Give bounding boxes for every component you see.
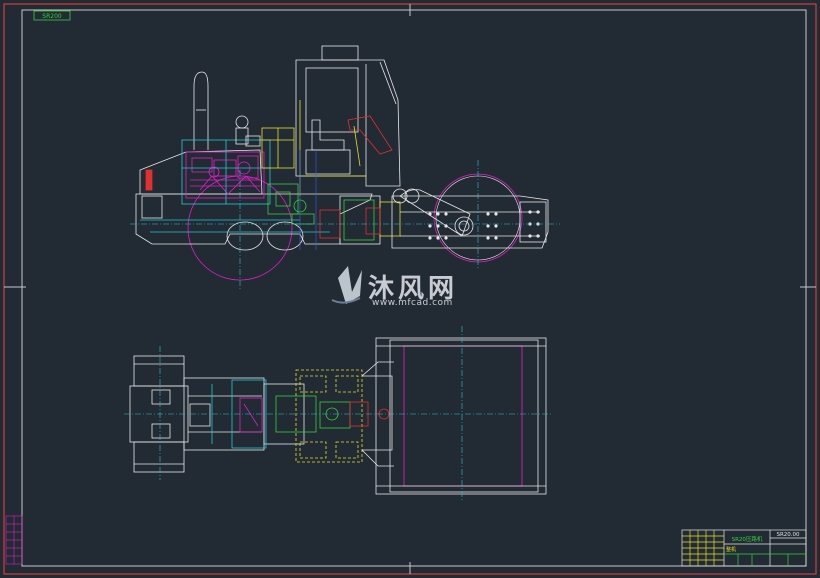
title-block-code: SR20.00	[776, 532, 800, 538]
revision-strip	[5, 515, 23, 565]
code-tag: SR200	[33, 10, 71, 21]
cab	[295, 45, 401, 187]
cad-drawing-canvas: SR200 沐风网 www.mfcad.com SR20压路机 SR20.00 …	[3, 3, 817, 575]
steering-column	[347, 115, 393, 155]
hydraulic-tank	[261, 127, 295, 169]
side-view	[130, 45, 560, 290]
rear-tyre-left	[226, 221, 264, 251]
front-drum-top	[375, 337, 547, 495]
watermark-url: www.mfcad.com	[372, 298, 453, 308]
watermark: 沐风网 www.mfcad.com	[331, 266, 454, 308]
drawing-sheet: SR200 沐风网 www.mfcad.com SR20压路机 SR20.00 …	[0, 0, 820, 578]
cab-roof-box	[321, 45, 359, 61]
watermark-logo-icon	[331, 266, 362, 304]
air-filter	[235, 115, 261, 147]
exhaust-pipe	[193, 71, 209, 150]
bolt-holes	[428, 210, 540, 240]
rear-light	[145, 169, 153, 191]
rear-chassis	[135, 193, 373, 245]
title-block-sub-label: 整机	[726, 546, 736, 553]
front-frame	[391, 188, 549, 249]
articulation-joint	[319, 195, 401, 245]
code-tag-text: SR200	[42, 13, 62, 20]
engine	[185, 151, 265, 199]
title-block-name: SR20压路机	[732, 535, 763, 543]
top-view	[124, 326, 552, 500]
pump-group	[267, 175, 318, 225]
engine-top	[295, 369, 363, 463]
